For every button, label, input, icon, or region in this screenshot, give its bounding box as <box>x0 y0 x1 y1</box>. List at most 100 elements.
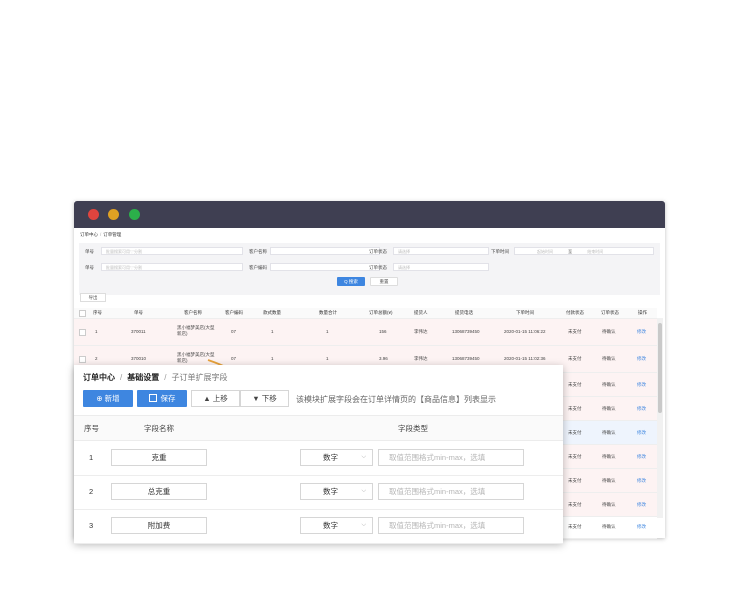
row-phone: 13068739450 <box>452 356 480 361</box>
start-date-placeholder: 起始时间 <box>537 249 553 254</box>
field-range-input[interactable]: 取值范围格式min-max，选填 <box>378 517 524 534</box>
row-pay: 未支付 <box>568 406 582 411</box>
save-label: 保存 <box>160 394 176 403</box>
row-pay: 未支付 <box>568 329 582 334</box>
maximize-window-button[interactable] <box>129 209 140 220</box>
breadcrumb-root[interactable]: 订单中心 <box>80 232 98 237</box>
panel-breadcrumb: 订单中心 / 基础设置 / 子订单扩展字段 <box>83 373 228 382</box>
save-button[interactable]: 保存 <box>137 390 187 407</box>
row-pay: 未支付 <box>568 478 582 483</box>
row-edit-link[interactable]: 修改 <box>637 406 646 412</box>
row-edit-link[interactable]: 修改 <box>637 356 646 362</box>
field-row[interactable]: 1 克重 数字 ⌵ 取值范围格式min-max，选填 <box>74 441 563 476</box>
row-edit-link[interactable]: 修改 <box>637 430 646 436</box>
search-button[interactable]: Q 搜索 <box>337 277 365 286</box>
row-qty: 1 <box>326 329 329 334</box>
col-qty: 数量合计 <box>319 310 337 315</box>
table-row[interactable]: 1 370011 黑小福梦美店(大型新店) 07 1 1 156 李伟达 130… <box>74 319 657 346</box>
row-styles: 1 <box>271 329 274 334</box>
col-code: 客户编码 <box>225 310 243 315</box>
row-total: 156 <box>379 329 387 334</box>
row-checkbox[interactable] <box>79 329 86 336</box>
add-button[interactable]: ⊕ 新增 <box>83 390 133 407</box>
customer-name-input[interactable] <box>270 247 380 255</box>
close-window-button[interactable] <box>88 209 99 220</box>
col-pay: 付款状态 <box>566 310 584 315</box>
field-type-select[interactable]: 数字 ⌵ <box>300 517 373 534</box>
order-no-label: 单号 <box>85 249 94 254</box>
row-pay: 未支付 <box>568 382 582 387</box>
field-range-input[interactable]: 取值范围格式min-max，选填 <box>378 449 524 466</box>
col-styles: 款式数量 <box>263 310 281 315</box>
move-up-button[interactable]: ▲ 上移 <box>191 390 240 407</box>
ref-no-label: 单号 <box>85 265 94 270</box>
order-status-label: 订单状态 <box>369 249 387 254</box>
panel-hint-text: 该模块扩展字段会在订单详情页的【商品信息】列表显示 <box>296 395 496 404</box>
chevron-down-icon: ⌵ <box>361 488 366 494</box>
field-type-select[interactable]: 数字 ⌵ <box>300 449 373 466</box>
minimize-window-button[interactable] <box>108 209 119 220</box>
window-titlebar <box>74 201 665 228</box>
save-icon <box>148 394 157 402</box>
field-row[interactable]: 2 总克重 数字 ⌵ 取值范围格式min-max，选填 <box>74 475 563 510</box>
row-order: 370011 <box>131 329 146 334</box>
row-edit-link[interactable]: 修改 <box>637 454 646 460</box>
row-customer: 黑小福梦美店(大型新店) <box>177 325 215 336</box>
order-no-input[interactable]: 批量搜索可用","分割 <box>101 247 243 255</box>
field-type-value: 数字 <box>323 453 338 462</box>
customer-name-label: 客户名称 <box>249 249 267 254</box>
field-row-no: 2 <box>89 487 94 496</box>
ref-no-input[interactable]: 批量搜索可用","分割 <box>101 263 243 271</box>
row-edit-link[interactable]: 修改 <box>637 329 646 335</box>
field-name-input[interactable]: 克重 <box>111 449 207 466</box>
customer-code-label: 客户编码 <box>249 265 267 270</box>
row-edit-link[interactable]: 修改 <box>637 382 646 388</box>
row-edit-link[interactable]: 修改 <box>637 524 646 530</box>
panel-breadcrumb-current: 子订单扩展字段 <box>171 373 228 382</box>
row-status: 待确认 <box>602 329 616 334</box>
col-op: 操作 <box>638 310 647 315</box>
row-checkbox[interactable] <box>79 356 86 363</box>
field-name-input[interactable]: 附加费 <box>111 517 207 534</box>
customer-code-input[interactable] <box>270 263 380 271</box>
field-row-no: 3 <box>89 521 94 530</box>
col-status: 订单状态 <box>601 310 619 315</box>
move-down-button[interactable]: ▼ 下移 <box>240 390 289 407</box>
col-field-name: 字段名称 <box>144 424 174 433</box>
row-edit-link[interactable]: 修改 <box>637 478 646 484</box>
field-type-value: 数字 <box>323 487 338 496</box>
order-time-range[interactable]: 起始时间 至 结束时间 <box>514 247 654 255</box>
row-edit-link[interactable]: 修改 <box>637 502 646 508</box>
row-status: 待确认 <box>602 524 616 529</box>
row-pay: 未支付 <box>568 524 582 529</box>
select-all-checkbox[interactable] <box>79 310 86 317</box>
row-status: 待确认 <box>602 406 616 411</box>
field-range-input[interactable]: 取值范围格式min-max，选填 <box>378 483 524 500</box>
field-row-no: 1 <box>89 453 94 462</box>
order-status-select[interactable]: 请选择 <box>393 247 489 255</box>
row-pay: 未支付 <box>568 502 582 507</box>
order-time-label: 下单时间 <box>491 249 509 254</box>
panel-breadcrumb-root[interactable]: 订单中心 <box>83 373 115 382</box>
field-type-select[interactable]: 数字 ⌵ <box>300 483 373 500</box>
pay-status-select[interactable]: 请选择 <box>393 263 489 271</box>
table-header: 序号 单号 客户名称 客户编码 款式数量 数量合计 订单总额(¥) 提货人 提货… <box>74 308 657 319</box>
row-status: 待确认 <box>602 478 616 483</box>
row-time: 2020-01-15 11:06:22 <box>504 329 546 334</box>
field-row[interactable]: 3 附加费 数字 ⌵ 取值范围格式min-max，选填 <box>74 509 563 544</box>
reset-button[interactable]: 重置 <box>370 277 398 286</box>
breadcrumb-current: 订单管理 <box>103 232 122 237</box>
chevron-down-icon: ⌵ <box>361 454 366 460</box>
chevron-down-icon: ⌵ <box>361 522 366 528</box>
panel-breadcrumb-mid[interactable]: 基础设置 <box>127 373 159 382</box>
fields-table-header: 序号 字段名称 字段类型 <box>74 415 563 441</box>
table-scrollbar-thumb[interactable] <box>658 323 662 413</box>
row-picker: 李伟达 <box>414 329 428 334</box>
row-qty: 1 <box>326 356 329 361</box>
field-name-input[interactable]: 总克重 <box>111 483 207 500</box>
col-order: 单号 <box>134 310 143 315</box>
export-button[interactable]: 导出 <box>80 293 106 302</box>
field-type-value: 数字 <box>323 521 338 530</box>
row-picker: 李伟达 <box>414 356 428 361</box>
col-no: 序号 <box>93 310 102 315</box>
